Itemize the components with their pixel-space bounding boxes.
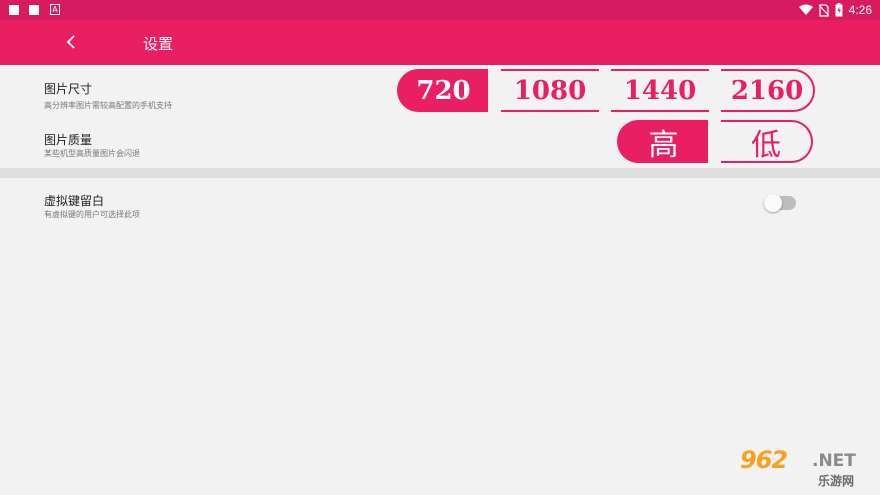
wifi-icon <box>798 4 813 15</box>
watermark-brand: 962 <box>740 446 788 474</box>
back-button[interactable] <box>58 29 84 55</box>
image-size-description: 高分辨率图片需较高配置的手机支持 <box>44 101 172 110</box>
watermark-domain: .NET <box>812 451 856 471</box>
size-option-720[interactable]: 720 <box>397 69 488 112</box>
watermark-subtitle: 乐游网 <box>818 474 855 488</box>
page-title: 设置 <box>143 35 174 53</box>
a-icon: A <box>50 4 60 15</box>
chevron-left-icon <box>66 35 75 49</box>
notification-square-icon <box>9 5 19 15</box>
size-option-1440[interactable]: 1440 <box>611 69 709 112</box>
image-size-title: 图片尺寸 <box>44 82 93 96</box>
battery-icon <box>835 3 843 17</box>
image-quality-title: 图片质量 <box>44 133 93 147</box>
status-bar: A 4:26 <box>0 0 880 20</box>
quality-option-low[interactable]: 低 <box>721 120 813 163</box>
status-bar-right: 4:26 <box>798 2 872 18</box>
toggle-knob <box>764 194 782 212</box>
watermark-logo: 962 .NET 乐游网 <box>740 446 876 490</box>
virtual-keys-description: 有虚拟键的用户可选择此项 <box>44 210 140 219</box>
virtual-keys-title: 虚拟键留白 <box>44 194 105 208</box>
notification-square-icon <box>29 5 39 15</box>
image-quality-description: 某些机型高质量图片会闪退 <box>44 149 140 158</box>
section-divider <box>0 168 880 178</box>
quality-option-high[interactable]: 高 <box>617 120 708 163</box>
virtual-keys-toggle[interactable] <box>764 194 796 212</box>
size-option-2160[interactable]: 2160 <box>721 69 815 112</box>
size-option-1080[interactable]: 1080 <box>501 69 599 112</box>
clock: 4:26 <box>848 3 872 17</box>
no-sim-icon <box>818 3 829 17</box>
app-bar: 设置 <box>0 20 880 65</box>
